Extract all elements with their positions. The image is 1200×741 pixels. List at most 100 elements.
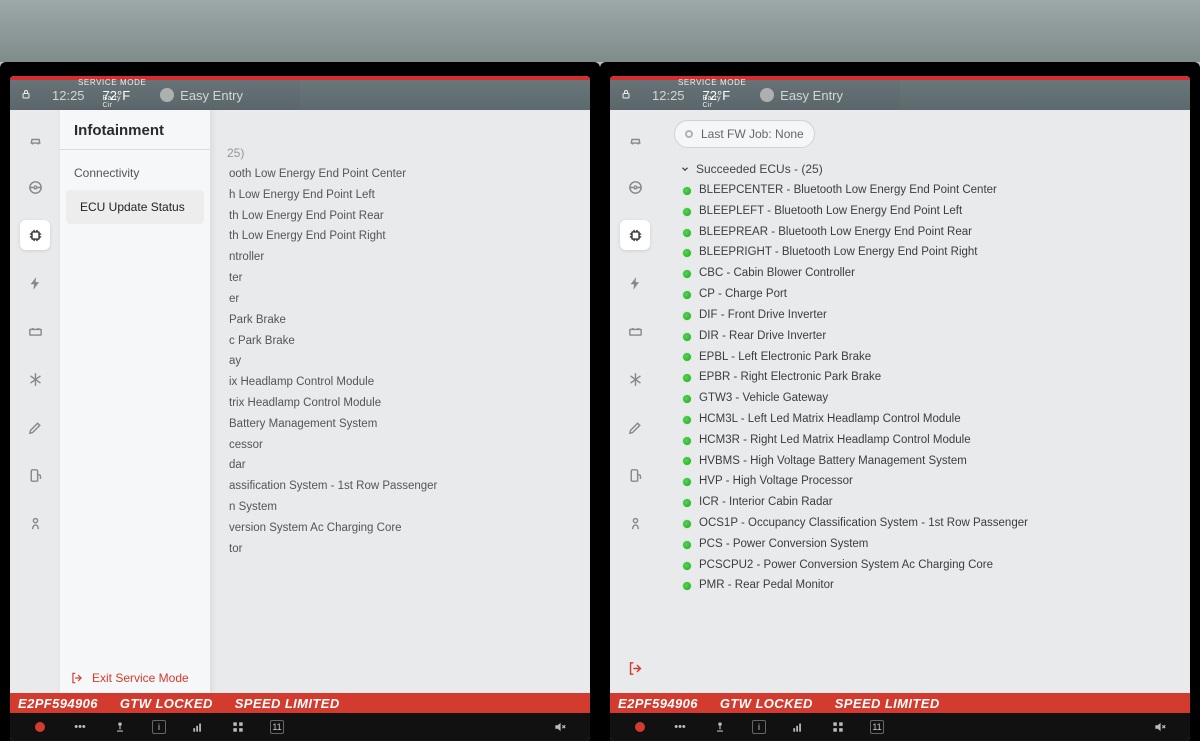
infotainment-submenu: Infotainment Connectivity ECU Update Sta… <box>60 110 210 693</box>
clock: 12:25 <box>652 88 685 103</box>
clock: 12:25 <box>52 88 85 103</box>
ecu-row[interactable]: CBC - Cabin Blower Controller <box>682 265 1178 283</box>
pencil-icon[interactable] <box>620 412 650 442</box>
status-ok-icon <box>682 248 692 258</box>
steering-icon[interactable] <box>620 172 650 202</box>
chevron-down-icon <box>680 164 690 174</box>
ecu-row[interactable]: GTW3 - Vehicle Gateway <box>682 390 1178 408</box>
ecu-row-truncated: n System <box>229 499 578 517</box>
ecu-update-content: Last FW Job: None Succeeded ECUs - (25) … <box>660 110 1190 693</box>
exit-icon[interactable] <box>620 653 650 683</box>
ecu-row[interactable]: CP - Charge Port <box>682 286 1178 304</box>
car-icon[interactable] <box>620 124 650 154</box>
status-ok-icon <box>682 498 692 508</box>
ecu-row-truncated: er <box>229 291 578 309</box>
ecu-row-truncated: ay <box>229 353 578 371</box>
ecu-row[interactable]: DIR - Rear Drive Inverter <box>682 328 1178 346</box>
ecu-list-partial: 25) ooth Low Energy End Point Centerh Lo… <box>207 110 590 693</box>
ecu-row-truncated: tor <box>229 541 578 559</box>
ecu-row[interactable]: EPBL - Left Electronic Park Brake <box>682 349 1178 367</box>
bolt-icon[interactable] <box>20 268 50 298</box>
dock-signal-icon[interactable] <box>790 719 806 735</box>
driver-profile[interactable]: Easy Entry <box>160 88 243 103</box>
status-ok-icon <box>682 394 692 404</box>
ecu-row[interactable]: PMR - Rear Pedal Monitor <box>682 577 1178 595</box>
bottom-dock: ••• i 11 <box>10 713 590 741</box>
dock-more-icon[interactable]: ••• <box>72 719 88 735</box>
fuel-icon[interactable] <box>20 460 50 490</box>
dock-more-icon[interactable]: ••• <box>672 719 688 735</box>
fw-job-status[interactable]: Last FW Job: None <box>674 120 815 148</box>
side-rail <box>610 110 660 693</box>
dock-joystick-icon[interactable] <box>712 719 728 735</box>
ecu-row[interactable]: HCM3L - Left Led Matrix Headlamp Control… <box>682 411 1178 429</box>
ecu-row[interactable]: HVBMS - High Voltage Battery Management … <box>682 453 1178 471</box>
dock-signal-icon[interactable] <box>190 719 206 735</box>
status-ok-icon <box>682 540 692 550</box>
ecu-row[interactable]: OCS1P - Occupancy Classification System … <box>682 515 1178 533</box>
battery-icon[interactable] <box>620 316 650 346</box>
ecu-row-truncated: assification System - 1st Row Passenger <box>229 478 578 496</box>
dock-grid-icon[interactable] <box>830 719 846 735</box>
chip-icon[interactable] <box>20 220 50 250</box>
dock-grid-icon[interactable] <box>230 719 246 735</box>
speed-limited-label: SPEED LIMITED <box>835 696 940 711</box>
steering-icon[interactable] <box>20 172 50 202</box>
temperature: 72°FBarry Cir <box>703 88 731 103</box>
speed-limited-label: SPEED LIMITED <box>235 696 340 711</box>
ecu-row-truncated: Park Brake <box>229 312 578 330</box>
chip-icon[interactable] <box>620 220 650 250</box>
ecu-label: HCM3R - Right Led Matrix Headlamp Contro… <box>699 432 971 450</box>
bolt-icon[interactable] <box>620 268 650 298</box>
snowflake-icon[interactable] <box>20 364 50 394</box>
dock-joystick-icon[interactable] <box>112 719 128 735</box>
dock-mute-icon[interactable] <box>552 719 568 735</box>
ecu-row[interactable]: BLEEPLEFT - Bluetooth Low Energy End Poi… <box>682 203 1178 221</box>
ecu-row[interactable]: PCS - Power Conversion System <box>682 536 1178 554</box>
dock-badge[interactable] <box>632 719 648 735</box>
pencil-icon[interactable] <box>20 412 50 442</box>
status-ok-icon <box>682 186 692 196</box>
status-ok-icon <box>682 373 692 383</box>
ecu-label: PCS - Power Conversion System <box>699 536 868 554</box>
ecu-row[interactable]: HCM3R - Right Led Matrix Headlamp Contro… <box>682 432 1178 450</box>
ecu-row[interactable]: BLEEPCENTER - Bluetooth Low Energy End P… <box>682 182 1178 200</box>
exit-service-mode-button[interactable]: Exit Service Mode <box>70 671 189 685</box>
submenu-item-connectivity[interactable]: Connectivity <box>60 156 210 190</box>
airbag-icon[interactable] <box>620 508 650 538</box>
dock-mute-icon[interactable] <box>1152 719 1168 735</box>
ecu-label: PCSCPU2 - Power Conversion System Ac Cha… <box>699 557 993 575</box>
avatar-icon <box>760 88 774 102</box>
succeeded-ecus-header[interactable]: Succeeded ECUs - (25) <box>674 158 1178 182</box>
ecu-label: EPBL - Left Electronic Park Brake <box>699 349 871 367</box>
ecu-row-truncated: Battery Management System <box>229 416 578 434</box>
status-bar: SERVICE MODE 12:25 72°FBarry Cir Easy En… <box>10 80 590 110</box>
driver-profile[interactable]: Easy Entry <box>760 88 843 103</box>
ecu-row-truncated: c Park Brake <box>229 333 578 351</box>
dock-info-icon[interactable]: i <box>752 720 766 734</box>
ecu-row[interactable]: ICR - Interior Cabin Radar <box>682 494 1178 512</box>
dock-badge[interactable] <box>32 719 48 735</box>
airbag-icon[interactable] <box>20 508 50 538</box>
dock-calendar-icon[interactable]: 11 <box>270 720 284 734</box>
ecu-label: ICR - Interior Cabin Radar <box>699 494 833 512</box>
ecu-row[interactable]: HVP - High Voltage Processor <box>682 473 1178 491</box>
status-ok-icon <box>682 228 692 238</box>
snowflake-icon[interactable] <box>620 364 650 394</box>
ecu-row[interactable]: PCSCPU2 - Power Conversion System Ac Cha… <box>682 557 1178 575</box>
car-icon[interactable] <box>20 124 50 154</box>
ecu-row[interactable]: BLEEPREAR - Bluetooth Low Energy End Poi… <box>682 224 1178 242</box>
fuel-icon[interactable] <box>620 460 650 490</box>
dock-calendar-icon[interactable]: 11 <box>870 720 884 734</box>
ecu-row[interactable]: EPBR - Right Electronic Park Brake <box>682 369 1178 387</box>
dock-info-icon[interactable]: i <box>152 720 166 734</box>
ecu-row[interactable]: BLEEPRIGHT - Bluetooth Low Energy End Po… <box>682 244 1178 262</box>
lock-icon[interactable] <box>20 88 32 103</box>
status-ok-icon <box>682 269 692 279</box>
battery-icon[interactable] <box>20 316 50 346</box>
submenu-item-ecu-update[interactable]: ECU Update Status <box>66 190 204 224</box>
ecu-row[interactable]: DIF - Front Drive Inverter <box>682 307 1178 325</box>
ecu-row-truncated: dar <box>229 457 578 475</box>
lock-icon[interactable] <box>620 88 632 103</box>
ecu-label: BLEEPCENTER - Bluetooth Low Energy End P… <box>699 182 997 200</box>
